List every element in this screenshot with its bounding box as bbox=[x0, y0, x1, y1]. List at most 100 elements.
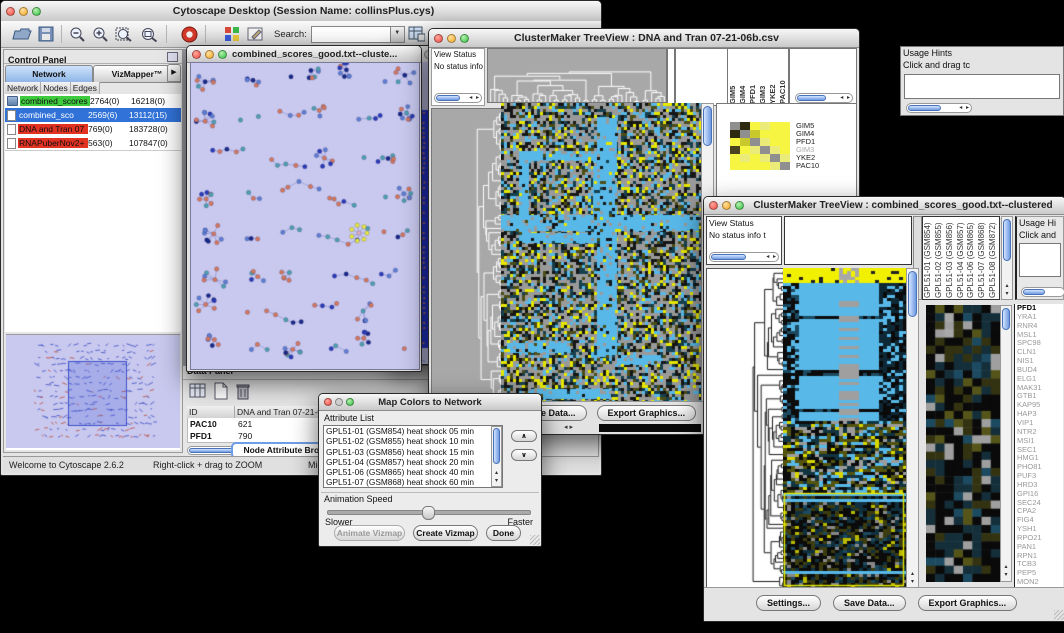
matrix-cell[interactable] bbox=[760, 162, 770, 170]
zoom-window-icon[interactable] bbox=[346, 398, 354, 406]
close-icon[interactable] bbox=[324, 398, 332, 406]
search-dropdown-icon[interactable]: ▼ bbox=[390, 27, 404, 42]
column-label[interactable]: GPL51-04 (GSM857) bbox=[956, 218, 967, 298]
scroll-down-icon[interactable]: ▾ bbox=[907, 579, 918, 586]
dna-row-dendrogram[interactable] bbox=[431, 108, 503, 404]
matrix-cell[interactable] bbox=[740, 138, 750, 146]
usage-hints-hscrollbar[interactable]: ◂ ▸ bbox=[906, 103, 972, 113]
column-label[interactable]: GPL51-06 (GSM865) bbox=[966, 218, 977, 298]
close-icon[interactable] bbox=[434, 34, 443, 43]
matrix-cell[interactable] bbox=[740, 162, 750, 170]
gene-label[interactable]: KAP95 bbox=[1017, 401, 1063, 410]
matrix-cell[interactable] bbox=[760, 130, 770, 138]
front-gene-list[interactable]: PFD1YRA1RNR4MSL1SPC98CLN1NIS1BUD4ELG1MAK… bbox=[1014, 304, 1063, 587]
close-icon[interactable] bbox=[6, 7, 15, 16]
matrix-cell[interactable] bbox=[760, 146, 770, 154]
column-label[interactable]: GIM3 bbox=[758, 50, 768, 104]
front-labels-vscrollbar[interactable]: ▴ ▾ bbox=[1001, 216, 1013, 300]
matrix-cell[interactable] bbox=[750, 122, 760, 130]
attribute-listbox[interactable]: GPL51-01 (GSM854) heat shock 05 minGPL51… bbox=[323, 425, 503, 488]
scroll-arrows[interactable]: ◂ ▸ bbox=[469, 94, 480, 103]
front-column-tree-area[interactable] bbox=[784, 216, 912, 265]
cytoscape-titlebar[interactable]: Cytoscape Desktop (Session Name: collins… bbox=[1, 1, 601, 22]
dna-summary-matrix[interactable] bbox=[730, 122, 790, 170]
network-table-header-cell[interactable]: Network bbox=[5, 82, 41, 94]
matrix-cell[interactable] bbox=[730, 130, 740, 138]
new-attribute-icon[interactable] bbox=[213, 382, 229, 400]
slider-thumb[interactable] bbox=[422, 506, 435, 520]
view-status-hscrollbar[interactable]: ◂ ▸ bbox=[434, 93, 482, 103]
gene-label[interactable]: VIP1 bbox=[1017, 419, 1063, 428]
matrix-cell[interactable] bbox=[780, 130, 790, 138]
zoom-window-icon[interactable] bbox=[218, 50, 227, 59]
zoom-window-icon[interactable] bbox=[32, 7, 41, 16]
front-rotated-column-labels[interactable]: GPL51-01 (GSM854)GPL51-02 (GSM855)GPL51-… bbox=[922, 216, 1000, 300]
animation-speed-slider[interactable] bbox=[327, 510, 531, 515]
column-label[interactable]: GPL51-07 (GSM868) bbox=[977, 218, 988, 298]
network-window-1-titlebar[interactable]: combined_scores_good.txt--cluste... bbox=[187, 46, 421, 63]
close-icon[interactable] bbox=[192, 50, 201, 59]
search-input[interactable]: ▼ bbox=[311, 26, 405, 43]
attribute-item[interactable]: GPL51-03 (GSM856) heat shock 15 min bbox=[324, 447, 502, 457]
column-label[interactable]: GPL51-08 (GSM872) bbox=[988, 218, 999, 298]
gene-label[interactable]: GPI16 bbox=[1017, 490, 1063, 499]
gene-label[interactable]: RNR4 bbox=[1017, 322, 1063, 331]
matrix-cell[interactable] bbox=[750, 162, 760, 170]
zoom-selected-icon[interactable] bbox=[140, 26, 159, 43]
front-action-button[interactable]: Export Graphics... bbox=[918, 595, 1018, 611]
gene-label[interactable]: RPN1 bbox=[1017, 552, 1063, 561]
control-panel-tab[interactable]: Network bbox=[5, 65, 93, 83]
map-colors-titlebar[interactable]: Map Colors to Network bbox=[319, 394, 541, 411]
column-label[interactable]: GPL51-02 (GSM855) bbox=[934, 218, 945, 298]
matrix-cell[interactable] bbox=[730, 138, 740, 146]
matrix-cell[interactable] bbox=[730, 154, 740, 162]
network-table-row[interactable]: combined_sco 2569(6) 13112(15) bbox=[5, 108, 181, 122]
attribute-item[interactable]: GPL51-02 (GSM855) heat shock 10 min bbox=[324, 436, 502, 446]
gene-label[interactable]: HMG1 bbox=[1017, 454, 1063, 463]
usage-hints-hscrollbar[interactable] bbox=[1021, 287, 1064, 297]
gene-label[interactable]: PFD1 bbox=[1017, 304, 1063, 313]
gene-label[interactable]: MSI1 bbox=[1017, 437, 1063, 446]
front-heatmap-canvas[interactable] bbox=[783, 268, 906, 589]
matrix-cell[interactable] bbox=[780, 162, 790, 170]
dna-heatmap-canvas[interactable] bbox=[501, 103, 701, 402]
gene-label[interactable]: MSL1 bbox=[1017, 331, 1063, 340]
column-label[interactable]: YKE2 bbox=[768, 50, 778, 104]
gene-label[interactable]: PEP5 bbox=[1017, 569, 1063, 578]
scrollbar-thumb[interactable] bbox=[1023, 289, 1045, 295]
gene-label[interactable]: TCB3 bbox=[1017, 560, 1063, 569]
resize-grip[interactable] bbox=[1054, 610, 1064, 620]
matrix-cell[interactable] bbox=[780, 146, 790, 154]
gene-label[interactable]: HRD3 bbox=[1017, 481, 1063, 490]
matrix-cell[interactable] bbox=[770, 162, 780, 170]
network-table-header-cell[interactable]: Nodes bbox=[41, 82, 71, 94]
gene-label[interactable]: ELG1 bbox=[1017, 375, 1063, 384]
matrix-cell[interactable] bbox=[770, 146, 780, 154]
attribute-item[interactable]: GPL51-04 (GSM857) heat shock 20 min bbox=[324, 457, 502, 467]
gene-label[interactable]: PHO81 bbox=[1017, 463, 1063, 472]
front-heatmap-vscrollbar[interactable]: ▴ ▾ bbox=[906, 268, 919, 589]
scroll-arrows[interactable]: ◂ ▸ bbox=[840, 94, 851, 103]
gene-label[interactable]: YSH1 bbox=[1017, 525, 1063, 534]
matrix-cell[interactable] bbox=[750, 138, 760, 146]
scrollbar-thumb[interactable] bbox=[1002, 308, 1010, 330]
scroll-up-icon[interactable]: ▴ bbox=[1002, 283, 1012, 290]
treeview-clustered-titlebar[interactable]: ClusterMaker TreeView : combined_scores_… bbox=[704, 197, 1064, 215]
scrollbar-thumb[interactable] bbox=[908, 271, 917, 317]
treeview-dna-titlebar[interactable]: ClusterMaker TreeView : DNA and Tran 07-… bbox=[429, 29, 859, 48]
scrollbar-thumb[interactable] bbox=[436, 95, 460, 101]
matrix-cell[interactable] bbox=[760, 122, 770, 130]
attribute-item[interactable]: GPL51-06 (GSM865) heat shock 40 min bbox=[324, 467, 502, 477]
zoom-in-icon[interactable] bbox=[92, 26, 109, 43]
gene-label[interactable]: PAC10 bbox=[796, 162, 819, 170]
gene-label[interactable]: GTB1 bbox=[1017, 392, 1063, 401]
scrollbar-thumb[interactable] bbox=[493, 428, 500, 464]
matrix-cell[interactable] bbox=[760, 138, 770, 146]
attribute-browser-icon[interactable] bbox=[408, 26, 425, 42]
matrix-cell[interactable] bbox=[770, 138, 780, 146]
dna-detail-hscrollbar[interactable]: ◂ ▸ bbox=[795, 93, 853, 103]
matrix-cell[interactable] bbox=[730, 162, 740, 170]
open-file-icon[interactable] bbox=[12, 26, 32, 42]
gene-label[interactable]: NTR2 bbox=[1017, 428, 1063, 437]
gene-label[interactable]: NIS1 bbox=[1017, 357, 1063, 366]
